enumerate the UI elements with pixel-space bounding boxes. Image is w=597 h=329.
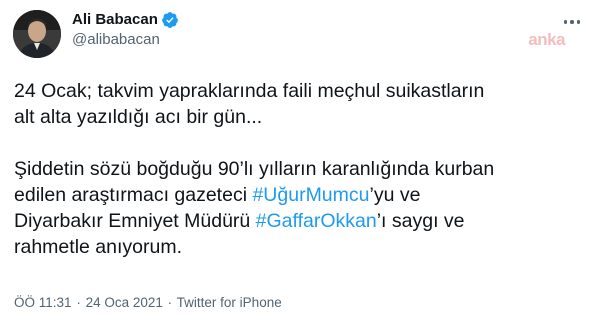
- tweet-line: 24 Ocak; takvim yapraklarında faili meçh…: [14, 80, 485, 102]
- tweet-text: 24 Ocak; takvim yapraklarında faili meçh…: [14, 78, 589, 260]
- more-dot: [570, 20, 574, 24]
- tweet-date[interactable]: 24 Oca 2021: [86, 295, 163, 310]
- author-name-row: Ali Babacan: [72, 10, 179, 30]
- hashtag-link[interactable]: #UğurMumcu: [252, 184, 369, 206]
- avatar[interactable]: [13, 10, 61, 58]
- tweet-text-segment: ’yu ve: [369, 184, 421, 206]
- tweet-line: rahmetle anıyorum.: [14, 236, 182, 258]
- author-handle[interactable]: @alibabacan: [72, 30, 179, 50]
- more-dot: [563, 20, 568, 24]
- tweet-text-segment: edilen araştırmacı gazeteci: [14, 184, 253, 206]
- tweet-line: alt alta yazıldığı acı bir gün...: [14, 106, 263, 128]
- meta-separator: ·: [167, 295, 173, 310]
- hashtag-link[interactable]: #GaffarOkkan: [256, 210, 377, 232]
- verified-badge-icon: [161, 11, 179, 29]
- author-display-name[interactable]: Ali Babacan: [72, 10, 158, 30]
- tweet-time[interactable]: ÖÖ 11:31: [14, 295, 72, 310]
- tweet-text-segment: ’ı saygı ve: [376, 210, 465, 232]
- tweet-text-segment: Diyarbakır Emniyet Müdürü: [14, 210, 256, 232]
- tweet-source-link[interactable]: Twitter for iPhone: [177, 295, 282, 310]
- tweet-line: Diyarbakır Emniyet Müdürü #GaffarOkkan’ı…: [14, 208, 589, 234]
- more-options-icon[interactable]: [559, 12, 585, 32]
- tweet-card: Ali Babacan @alibabacan anka 24 Ocak; ta…: [0, 0, 597, 329]
- author-block: Ali Babacan @alibabacan: [72, 10, 179, 50]
- more-dot: [576, 20, 581, 24]
- tweet-line: edilen araştırmacı gazeteci #UğurMumcu’y…: [14, 182, 589, 208]
- meta-separator: ·: [76, 295, 81, 310]
- tweet-metadata: ÖÖ 11:31 · 24 Oca 2021 · Twitter for iPh…: [14, 294, 282, 312]
- tweet-line: Şiddetin sözü boğduğu 90’lı yılların kar…: [14, 158, 495, 180]
- watermark-logo: anka: [528, 30, 565, 49]
